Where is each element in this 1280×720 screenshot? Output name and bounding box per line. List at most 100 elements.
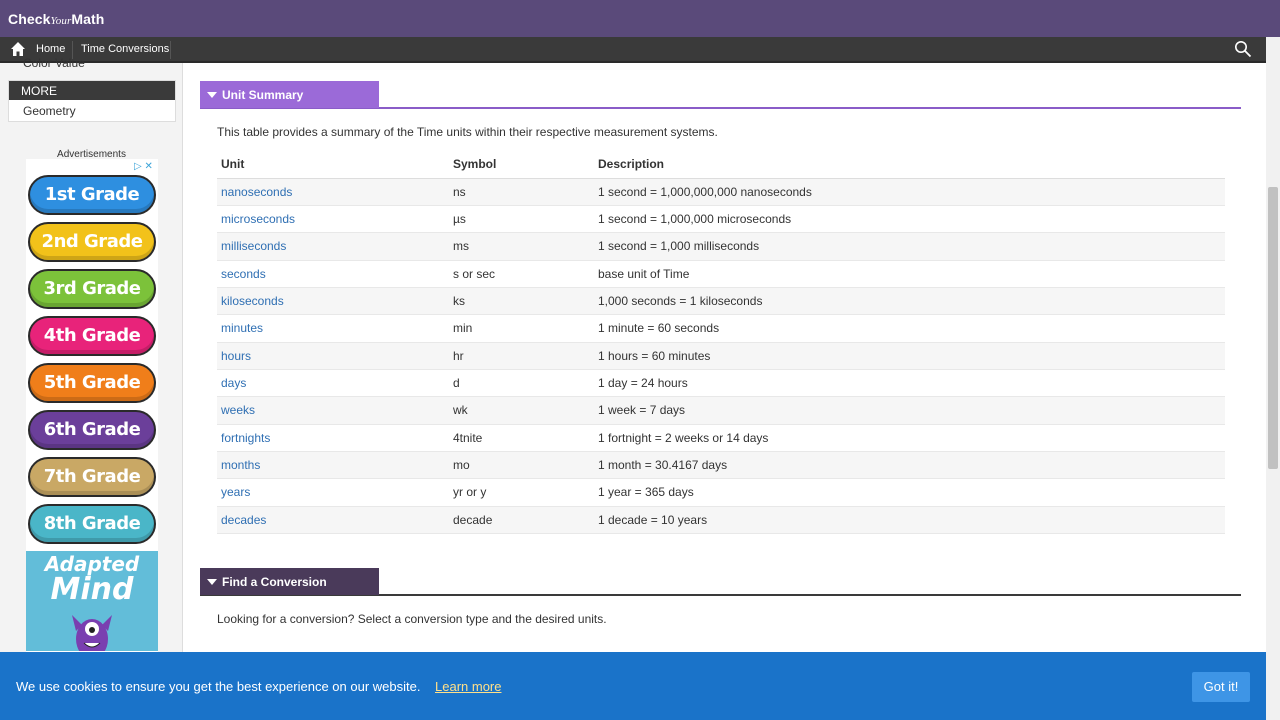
cookie-accept-button[interactable]: Got it! <box>1192 672 1250 702</box>
site-logo[interactable]: CheckYourMath <box>8 11 104 27</box>
caret-down-icon <box>207 579 217 585</box>
ad-grade-button[interactable]: 3rd Grade <box>28 269 156 309</box>
unit-symbol: hr <box>449 342 594 370</box>
sidebar-more-panel: MORE Geometry <box>8 80 176 122</box>
unit-summary-toggle[interactable]: Unit Summary <box>200 81 379 108</box>
adapted-mind-ad[interactable]: Adapted Mind <box>26 551 158 651</box>
unit-symbol: ks <box>449 287 594 316</box>
nav-divider <box>170 41 171 59</box>
ad-choices-icon[interactable]: ▷ ✕ <box>134 161 156 173</box>
unit-link[interactable]: hours <box>217 342 449 370</box>
find-conversion-header: Find a Conversion <box>200 568 1241 596</box>
sidebar-item-geometry[interactable]: Geometry <box>23 104 76 118</box>
nav-bar: Home Time Conversions <box>0 37 1266 63</box>
table-row: years yr or y 1 year = 365 days <box>217 478 1225 507</box>
unit-symbol: wk <box>449 396 594 425</box>
unit-link[interactable]: decades <box>217 506 449 534</box>
ad-grade-button[interactable]: 4th Grade <box>28 316 156 356</box>
unit-description: 1 decade = 10 years <box>594 506 1225 534</box>
home-icon[interactable] <box>10 41 26 57</box>
unit-description: 1 second = 1,000 milliseconds <box>594 232 1225 261</box>
table-row: minutes min 1 minute = 60 seconds <box>217 314 1225 343</box>
unit-summary-header: Unit Summary <box>200 81 1241 109</box>
logo-your: Your <box>50 15 72 27</box>
table-row: seconds s or sec base unit of Time <box>217 260 1225 288</box>
ad-grade-button[interactable]: 6th Grade <box>28 410 156 450</box>
unit-link[interactable]: kiloseconds <box>217 287 449 316</box>
unit-symbol: decade <box>449 506 594 534</box>
unit-symbol: d <box>449 369 594 398</box>
logo-math: Math <box>71 11 105 27</box>
logo-check: Check <box>8 11 51 27</box>
unit-summary-title: Unit Summary <box>222 88 304 102</box>
table-row: nanoseconds ns 1 second = 1,000,000,000 … <box>217 178 1225 206</box>
unit-description: 1 second = 1,000,000,000 nanoseconds <box>594 178 1225 206</box>
app-root: CheckYourMath Home Time Conversions Colo… <box>0 0 1280 720</box>
ad-grade-button[interactable]: 2nd Grade <box>28 222 156 262</box>
unit-link[interactable]: months <box>217 451 449 480</box>
unit-link[interactable]: milliseconds <box>217 232 449 261</box>
unit-link[interactable]: microseconds <box>217 205 449 234</box>
adapted-mind-line2: Mind <box>50 572 134 607</box>
unit-symbol: ms <box>449 232 594 261</box>
unit-link[interactable]: seconds <box>217 260 449 288</box>
ad-grade-button[interactable]: 7th Grade <box>28 457 156 497</box>
find-conversion-intro: Looking for a conversion? Select a conve… <box>217 612 607 626</box>
ad-grade-button[interactable]: 8th Grade <box>28 504 156 544</box>
column-header-description: Description <box>594 150 1225 179</box>
unit-description: 1 second = 1,000,000 microseconds <box>594 205 1225 234</box>
table-row: months mo 1 month = 30.4167 days <box>217 451 1225 480</box>
cookie-message: We use cookies to ensure you get the bes… <box>16 679 421 694</box>
unit-symbol: 4tnite <box>449 424 594 452</box>
table-row: hours hr 1 hours = 60 minutes <box>217 342 1225 370</box>
unit-description: 1 minute = 60 seconds <box>594 314 1225 343</box>
nav-home-link[interactable]: Home <box>36 43 65 55</box>
unit-symbol: µs <box>449 205 594 234</box>
cookie-learn-more-link[interactable]: Learn more <box>435 679 501 694</box>
unit-summary-intro: This table provides a summary of the Tim… <box>217 125 718 139</box>
scrollbar-thumb[interactable] <box>1268 187 1278 469</box>
table-row: decades decade 1 decade = 10 years <box>217 506 1225 534</box>
unit-link[interactable]: days <box>217 369 449 398</box>
column-header-symbol: Symbol <box>449 150 594 179</box>
ad-grade-button[interactable]: 5th Grade <box>28 363 156 403</box>
unit-symbol: yr or y <box>449 478 594 507</box>
sidebar-item-color-value[interactable]: Color Value <box>23 56 85 70</box>
table-row: days d 1 day = 24 hours <box>217 369 1225 398</box>
table-row: microseconds µs 1 second = 1,000,000 mic… <box>217 205 1225 234</box>
unit-link[interactable]: weeks <box>217 396 449 425</box>
table-row: kiloseconds ks 1,000 seconds = 1 kilosec… <box>217 287 1225 316</box>
column-header-unit: Unit <box>217 150 449 179</box>
cookie-banner: We use cookies to ensure you get the bes… <box>0 652 1266 720</box>
find-conversion-title: Find a Conversion <box>222 575 327 589</box>
search-icon[interactable] <box>1234 40 1252 58</box>
caret-down-icon <box>207 92 217 98</box>
table-row: fortnights 4tnite 1 fortnight = 2 weeks … <box>217 424 1225 452</box>
unit-description: 1,000 seconds = 1 kiloseconds <box>594 287 1225 316</box>
unit-description: 1 hours = 60 minutes <box>594 342 1225 370</box>
nav-time-conversions-link[interactable]: Time Conversions <box>81 43 169 55</box>
unit-symbol: ns <box>449 178 594 206</box>
table-header-row: Unit Symbol Description <box>217 150 1225 179</box>
main-content: Unit Summary This table provides a summa… <box>184 63 1266 720</box>
unit-description: 1 month = 30.4167 days <box>594 451 1225 480</box>
table-row: weeks wk 1 week = 7 days <box>217 396 1225 425</box>
unit-description: base unit of Time <box>594 260 1225 288</box>
unit-description: 1 year = 365 days <box>594 478 1225 507</box>
ad-grade-button[interactable]: 1st Grade <box>28 175 156 215</box>
unit-symbol: mo <box>449 451 594 480</box>
top-bar: CheckYourMath <box>0 0 1280 37</box>
unit-link[interactable]: minutes <box>217 314 449 343</box>
unit-summary-table: Unit Symbol Description nanoseconds ns 1… <box>217 150 1225 534</box>
unit-link[interactable]: fortnights <box>217 424 449 452</box>
unit-description: 1 week = 7 days <box>594 396 1225 425</box>
find-conversion-toggle[interactable]: Find a Conversion <box>200 568 379 595</box>
monster-mascot-icon <box>72 615 112 651</box>
unit-symbol: s or sec <box>449 260 594 288</box>
unit-link[interactable]: nanoseconds <box>217 178 449 206</box>
adapted-mind-logo: Adapted Mind <box>26 553 158 605</box>
table-row: milliseconds ms 1 second = 1,000 millise… <box>217 232 1225 261</box>
unit-symbol: min <box>449 314 594 343</box>
page-scrollbar[interactable] <box>1266 37 1280 720</box>
unit-link[interactable]: years <box>217 478 449 507</box>
